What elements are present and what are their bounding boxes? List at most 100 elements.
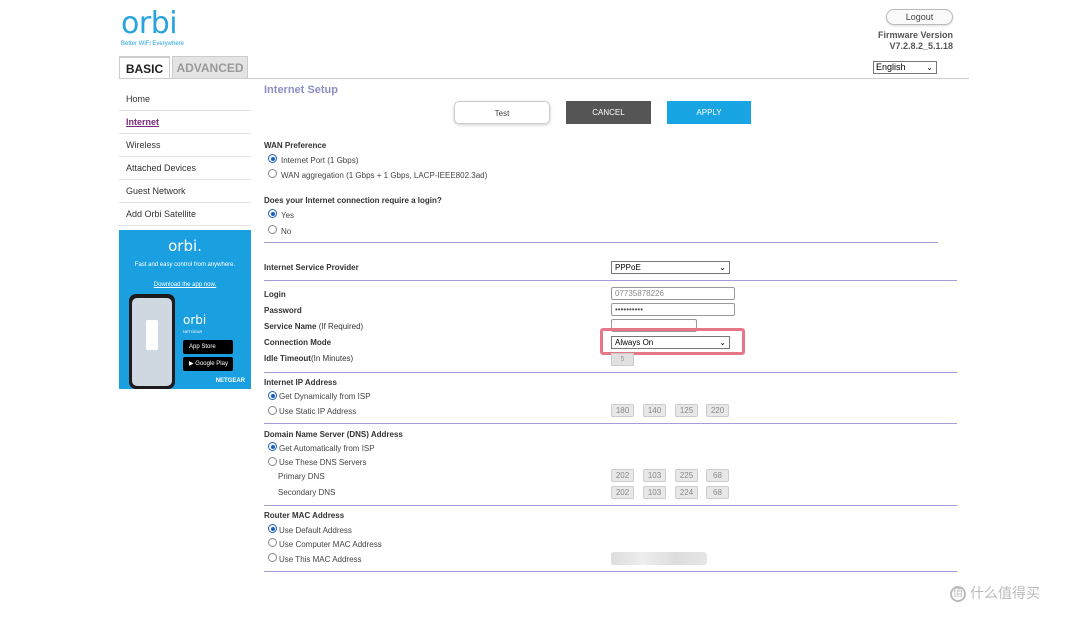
orbi-device-image bbox=[146, 320, 158, 350]
static-ip-octet-4: 220 bbox=[706, 404, 729, 417]
login-no-label: No bbox=[281, 227, 292, 236]
sidebar-item-label: Attached Devices bbox=[126, 163, 197, 173]
language-select[interactable]: English ⌄ bbox=[873, 61, 937, 74]
wan-preference-heading: WAN Preference bbox=[264, 141, 327, 150]
sidebar-item-label: Internet bbox=[126, 117, 160, 127]
promo-mini-logo: orbi bbox=[183, 313, 207, 327]
section-divider bbox=[264, 423, 957, 424]
wan-aggregation-radio[interactable] bbox=[268, 169, 277, 178]
ip-dynamic-radio[interactable] bbox=[268, 391, 277, 400]
primary-dns-octet-4: 68 bbox=[706, 469, 729, 482]
mac-default-label: Use Default Address bbox=[279, 526, 352, 535]
sidebar-item-label: Guest Network bbox=[126, 186, 186, 196]
sidebar-nav: Home Internet Wireless Attached Devices … bbox=[119, 88, 251, 226]
wan-internet-port-radio[interactable] bbox=[268, 154, 277, 163]
watermark: 值什么值得买 bbox=[950, 583, 1040, 603]
primary-dns-octet-2: 103 bbox=[643, 469, 666, 482]
login-label: Login bbox=[264, 290, 286, 299]
sidebar-item-guest-network[interactable]: Guest Network bbox=[119, 180, 251, 203]
isp-select[interactable]: PPPoE ⌄ bbox=[611, 261, 730, 274]
tab-basic[interactable]: BASIC bbox=[119, 56, 170, 78]
static-ip-octet-3: 125 bbox=[675, 404, 698, 417]
idle-timeout-label: Idle Timeout(In Minutes) bbox=[264, 354, 353, 363]
secondary-dns-octet-2: 103 bbox=[643, 486, 666, 499]
mac-address-input bbox=[611, 552, 707, 565]
sidebar-item-add-satellite[interactable]: Add Orbi Satellite bbox=[119, 203, 251, 226]
static-ip-octet-1: 180 bbox=[611, 404, 634, 417]
idle-timeout-input: 5 bbox=[611, 353, 634, 366]
idle-timeout-hint: (In Minutes) bbox=[310, 354, 354, 363]
service-name-label: Service Name (If Required) bbox=[264, 322, 363, 331]
header-divider bbox=[119, 78, 969, 79]
password-label: Password bbox=[264, 306, 302, 315]
login-input[interactable]: 07735878226 bbox=[611, 287, 735, 300]
app-promo-banner[interactable]: orbi. Fast and easy control from anywher… bbox=[119, 230, 251, 389]
login-yes-radio[interactable] bbox=[268, 209, 277, 218]
sidebar-item-label: Home bbox=[126, 94, 151, 104]
app-store-label: App Store bbox=[189, 344, 216, 350]
orbi-logo: orbi Better WiFi Everywhere bbox=[121, 8, 211, 50]
service-name-text: Service Name bbox=[264, 322, 317, 331]
mac-computer-radio[interactable] bbox=[268, 538, 277, 547]
sidebar-item-internet[interactable]: Internet bbox=[119, 111, 251, 134]
sidebar-item-wireless[interactable]: Wireless bbox=[119, 134, 251, 157]
idle-timeout-text: Idle Timeout bbox=[264, 354, 311, 363]
primary-dns-octet-3: 225 bbox=[675, 469, 698, 482]
logo-tagline: Better WiFi Everywhere bbox=[121, 41, 185, 47]
netgear-brand: NETGEAR bbox=[215, 378, 245, 384]
ip-static-radio[interactable] bbox=[268, 406, 277, 415]
test-button[interactable]: Test bbox=[454, 101, 550, 124]
login-question-heading: Does your Internet connection require a … bbox=[264, 196, 442, 205]
mac-default-radio[interactable] bbox=[268, 524, 277, 533]
isp-value: PPPoE bbox=[615, 263, 641, 272]
password-input[interactable]: •••••••••• bbox=[611, 303, 735, 316]
mac-custom-radio[interactable] bbox=[268, 553, 277, 562]
logo-wordmark: orbi bbox=[121, 6, 178, 41]
logout-button[interactable]: Logout bbox=[886, 9, 953, 25]
primary-dns-octet-1: 202 bbox=[611, 469, 634, 482]
firmware-version: V7.2.8.2_5.1.18 bbox=[889, 41, 953, 51]
connection-mode-highlight bbox=[600, 328, 745, 355]
promo-download-link[interactable]: Download the app now. bbox=[119, 282, 251, 288]
sidebar-item-home[interactable]: Home bbox=[119, 88, 251, 111]
sidebar-item-label: Add Orbi Satellite bbox=[126, 209, 197, 219]
login-no-radio[interactable] bbox=[268, 225, 277, 234]
mac-custom-label: Use This MAC Address bbox=[279, 555, 362, 564]
dns-auto-label: Get Automatically from ISP bbox=[279, 444, 375, 453]
login-yes-label: Yes bbox=[281, 211, 295, 220]
section-divider bbox=[264, 571, 957, 572]
app-store-badge[interactable]: App Store bbox=[183, 340, 233, 354]
dns-auto-radio[interactable] bbox=[268, 442, 277, 451]
promo-logo: orbi. bbox=[168, 237, 202, 255]
secondary-dns-label: Secondary DNS bbox=[278, 488, 336, 497]
mac-heading: Router MAC Address bbox=[264, 511, 345, 520]
promo-mini-brand: NETGEAR bbox=[183, 329, 203, 334]
dns-manual-label: Use These DNS Servers bbox=[279, 458, 367, 467]
cancel-button[interactable]: CANCEL bbox=[566, 101, 651, 124]
connection-mode-label: Connection Mode bbox=[264, 338, 332, 347]
dns-manual-radio[interactable] bbox=[268, 457, 277, 466]
watermark-icon: 值 bbox=[950, 586, 966, 602]
google-play-badge[interactable]: ▶ Google Play bbox=[183, 357, 233, 371]
internet-ip-heading: Internet IP Address bbox=[264, 378, 337, 387]
apply-button[interactable]: APPLY bbox=[667, 101, 751, 124]
tab-advanced[interactable]: ADVANCED bbox=[172, 56, 248, 78]
primary-dns-label: Primary DNS bbox=[278, 472, 325, 481]
ip-static-label: Use Static IP Address bbox=[279, 407, 357, 416]
firmware-label: Firmware Version bbox=[877, 30, 953, 40]
ip-dynamic-label: Get Dynamically from ISP bbox=[279, 392, 371, 401]
page-title: Internet Setup bbox=[264, 84, 338, 96]
wan-aggregation-label: WAN aggregation (1 Gbps + 1 Gbps, LACP-I… bbox=[281, 171, 488, 180]
phone-screen bbox=[132, 298, 172, 386]
promo-text: Fast and easy control from anywhere. bbox=[134, 262, 236, 268]
chevron-down-icon: ⌄ bbox=[926, 63, 933, 72]
static-ip-octet-2: 140 bbox=[643, 404, 666, 417]
watermark-text: 什么值得买 bbox=[970, 586, 1040, 602]
language-value: English bbox=[876, 62, 906, 72]
sidebar-item-attached-devices[interactable]: Attached Devices bbox=[119, 157, 251, 180]
secondary-dns-octet-4: 68 bbox=[706, 486, 729, 499]
google-play-label: Google Play bbox=[195, 361, 228, 367]
secondary-dns-octet-1: 202 bbox=[611, 486, 634, 499]
chevron-down-icon: ⌄ bbox=[719, 263, 726, 272]
section-divider bbox=[264, 372, 957, 373]
